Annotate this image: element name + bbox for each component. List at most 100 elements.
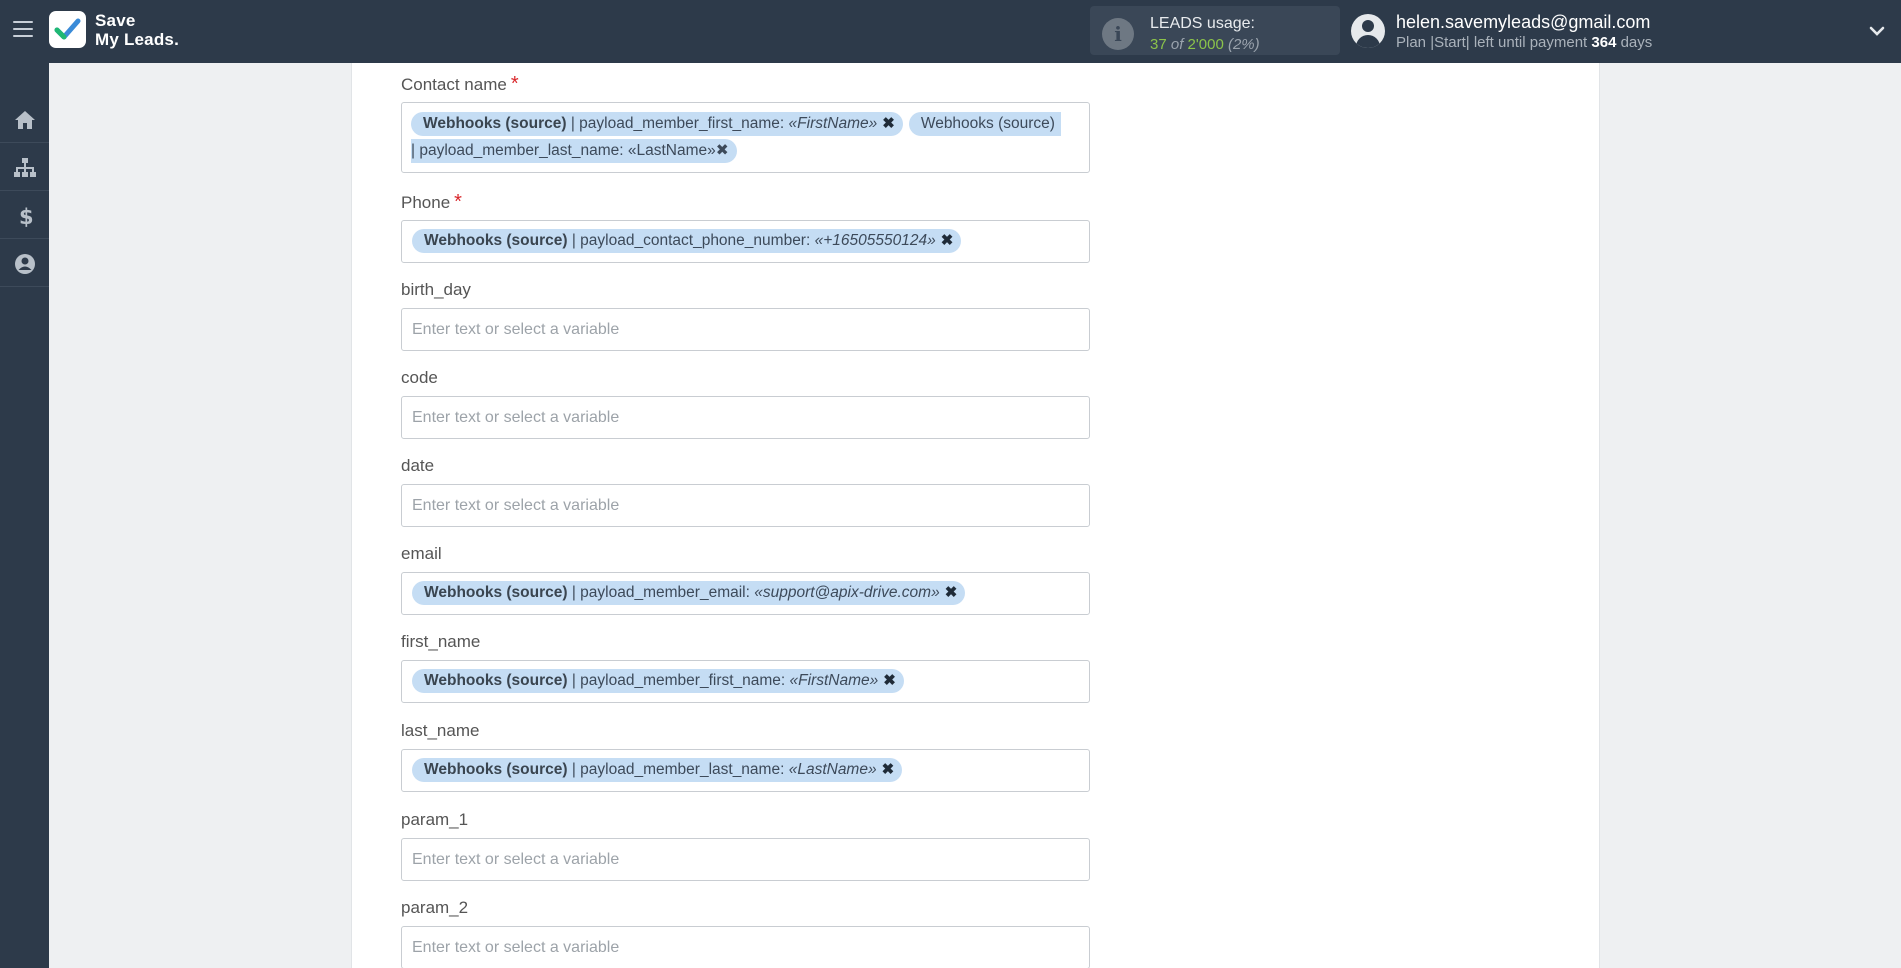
field-last-name: last_name Webhooks (source) | payload_me… <box>401 720 1090 792</box>
chip-source: Webhooks (source) <box>424 672 568 689</box>
avatar[interactable] <box>1351 14 1385 48</box>
chip-value: «FirstName» <box>789 672 879 689</box>
field-label: last_name <box>401 721 480 740</box>
chip-field: | payload_member_last_name: <box>567 761 789 778</box>
param-2-input[interactable]: Enter text or select a variable <box>401 926 1090 968</box>
label-text: Contact name <box>401 75 507 94</box>
info-icon: i <box>1102 18 1134 50</box>
settings-form-panel: Contact name * Webhooks (source) | payloa… <box>351 63 1600 968</box>
last-name-input[interactable]: Webhooks (source) | payload_member_last_… <box>401 749 1090 792</box>
remove-icon[interactable]: ✖ <box>945 581 958 605</box>
input-placeholder: Enter text or select a variable <box>412 851 620 868</box>
birth-day-input[interactable]: Enter text or select a variable <box>401 308 1090 351</box>
required-mark: * <box>510 73 519 95</box>
sidebar-item-home[interactable] <box>0 96 49 143</box>
field-email: email Webhooks (source) | payload_member… <box>401 543 1090 615</box>
chip-value: «+16505550124» <box>814 232 936 249</box>
usage-used: 37 <box>1150 36 1167 53</box>
field-first-name: first_name Webhooks (source) | payload_m… <box>401 631 1090 703</box>
usage-title: LEADS usage: <box>1150 15 1255 32</box>
logo-text[interactable]: Save My Leads. <box>95 11 179 49</box>
dollar-icon: $ <box>19 205 34 227</box>
field-contact-name: Contact name * Webhooks (source) | payloa… <box>401 73 1090 173</box>
date-input[interactable]: Enter text or select a variable <box>401 484 1090 527</box>
plan-days-suffix: days <box>1616 34 1653 51</box>
field-birth-day: birth_day Enter text or select a variabl… <box>401 279 1090 351</box>
logo-icon[interactable] <box>49 11 86 48</box>
contact-name-input[interactable]: Webhooks (source) | payload_member_first… <box>401 102 1090 173</box>
home-icon <box>15 111 35 129</box>
chip-source: Webhooks (source) <box>424 761 568 778</box>
chevron-down-icon[interactable] <box>1868 22 1886 40</box>
field-param-1: param_1 Enter text or select a variable <box>401 809 1090 881</box>
remove-icon[interactable]: ✖ <box>716 142 729 159</box>
field-date: date Enter text or select a variable <box>401 455 1090 527</box>
remove-icon[interactable]: ✖ <box>882 112 895 136</box>
input-placeholder: Enter text or select a variable <box>412 409 620 426</box>
chip-source: Webhooks (source) <box>423 115 567 132</box>
required-mark: * <box>454 191 462 213</box>
chip-field: | payload_member_email: <box>567 584 755 601</box>
field-label: first_name <box>401 632 481 651</box>
chip-field: | payload_member_last_name: <box>411 142 628 159</box>
field-code: code Enter text or select a variable <box>401 367 1090 439</box>
sidebar-item-account[interactable] <box>0 240 49 287</box>
email-input[interactable]: Webhooks (source) | payload_member_email… <box>401 572 1090 615</box>
usage-of: of <box>1166 36 1188 53</box>
field-label: param_2 <box>401 898 469 917</box>
field-label: Contact name * <box>401 73 1090 95</box>
variable-chip-part-1[interactable]: Webhooks (source) <box>908 112 1061 136</box>
usage-percent: (2%) <box>1223 36 1260 53</box>
variable-chip[interactable]: Webhooks (source) | payload_member_email… <box>412 581 966 605</box>
usage-count: 37 of 2'000 (2%) <box>1150 36 1260 53</box>
code-input[interactable]: Enter text or select a variable <box>401 396 1090 439</box>
sidebar-item-connections[interactable] <box>0 144 49 191</box>
logo-line-2: My Leads. <box>95 30 179 49</box>
chip-value: «LastName» <box>788 761 877 778</box>
field-label: param_1 <box>401 810 469 829</box>
chip-source: Webhooks (source) <box>424 232 568 249</box>
input-placeholder: Enter text or select a variable <box>412 939 620 956</box>
first-name-input[interactable]: Webhooks (source) | payload_member_first… <box>401 660 1090 703</box>
logo-line-1: Save <box>95 11 136 30</box>
field-label: birth_day <box>401 280 471 299</box>
top-bar: Save My Leads. i LEADS usage: 37 of 2'00… <box>0 0 1901 63</box>
field-label: email <box>401 544 442 563</box>
variable-chip[interactable]: Webhooks (source) | payload_member_first… <box>412 669 904 693</box>
chip-value: «LastName» <box>627 142 716 159</box>
chip-field: | payload_member_first_name: <box>567 672 790 689</box>
param-1-input[interactable]: Enter text or select a variable <box>401 838 1090 881</box>
usage-total: 2'000 <box>1187 36 1224 53</box>
remove-icon[interactable]: ✖ <box>883 669 896 693</box>
user-email[interactable]: helen.savemyleads@gmail.com <box>1396 12 1650 33</box>
chip-source: Webhooks (source) <box>424 584 568 601</box>
field-param-2: param_2 Enter text or select a variable <box>401 897 1090 968</box>
sidebar-item-billing[interactable]: $ <box>0 192 49 239</box>
variable-chip-part-2[interactable]: | payload_member_last_name: «LastName»✖ <box>411 139 737 163</box>
user-plan: Plan |Start| left until payment 364 days <box>1396 34 1652 51</box>
field-phone: Phone * Webhooks (source) | payload_conta… <box>401 191 1090 263</box>
variable-chip[interactable]: Webhooks (source) | payload_member_last_… <box>412 758 903 782</box>
remove-icon[interactable]: ✖ <box>941 229 954 253</box>
variable-chip[interactable]: Webhooks (source) | payload_contact_phon… <box>412 229 962 253</box>
input-placeholder: Enter text or select a variable <box>412 321 620 338</box>
chip-value: «FirstName» <box>788 115 878 132</box>
input-placeholder: Enter text or select a variable <box>412 497 620 514</box>
variable-chip[interactable]: Webhooks (source) | payload_member_first… <box>411 112 903 136</box>
remove-icon[interactable]: ✖ <box>882 758 895 782</box>
plan-prefix: Plan |Start| left until payment <box>1396 34 1592 51</box>
user-circle-icon <box>15 254 35 274</box>
leads-usage-panel[interactable]: i LEADS usage: 37 of 2'000 (2%) <box>1090 6 1340 55</box>
sitemap-icon <box>14 158 36 177</box>
phone-input[interactable]: Webhooks (source) | payload_contact_phon… <box>401 220 1090 263</box>
field-label: Phone * <box>401 191 1090 213</box>
menu-icon[interactable] <box>13 21 33 39</box>
field-label: date <box>401 456 435 475</box>
label-text: Phone <box>401 193 451 212</box>
field-label: code <box>401 368 438 387</box>
chip-field: | payload_contact_phone_number: <box>567 232 815 249</box>
svg-text:$: $ <box>19 205 34 227</box>
chip-field: | payload_member_first_name: <box>566 115 789 132</box>
sidebar: $ <box>0 63 49 968</box>
chip-source: Webhooks (source) <box>920 115 1055 132</box>
